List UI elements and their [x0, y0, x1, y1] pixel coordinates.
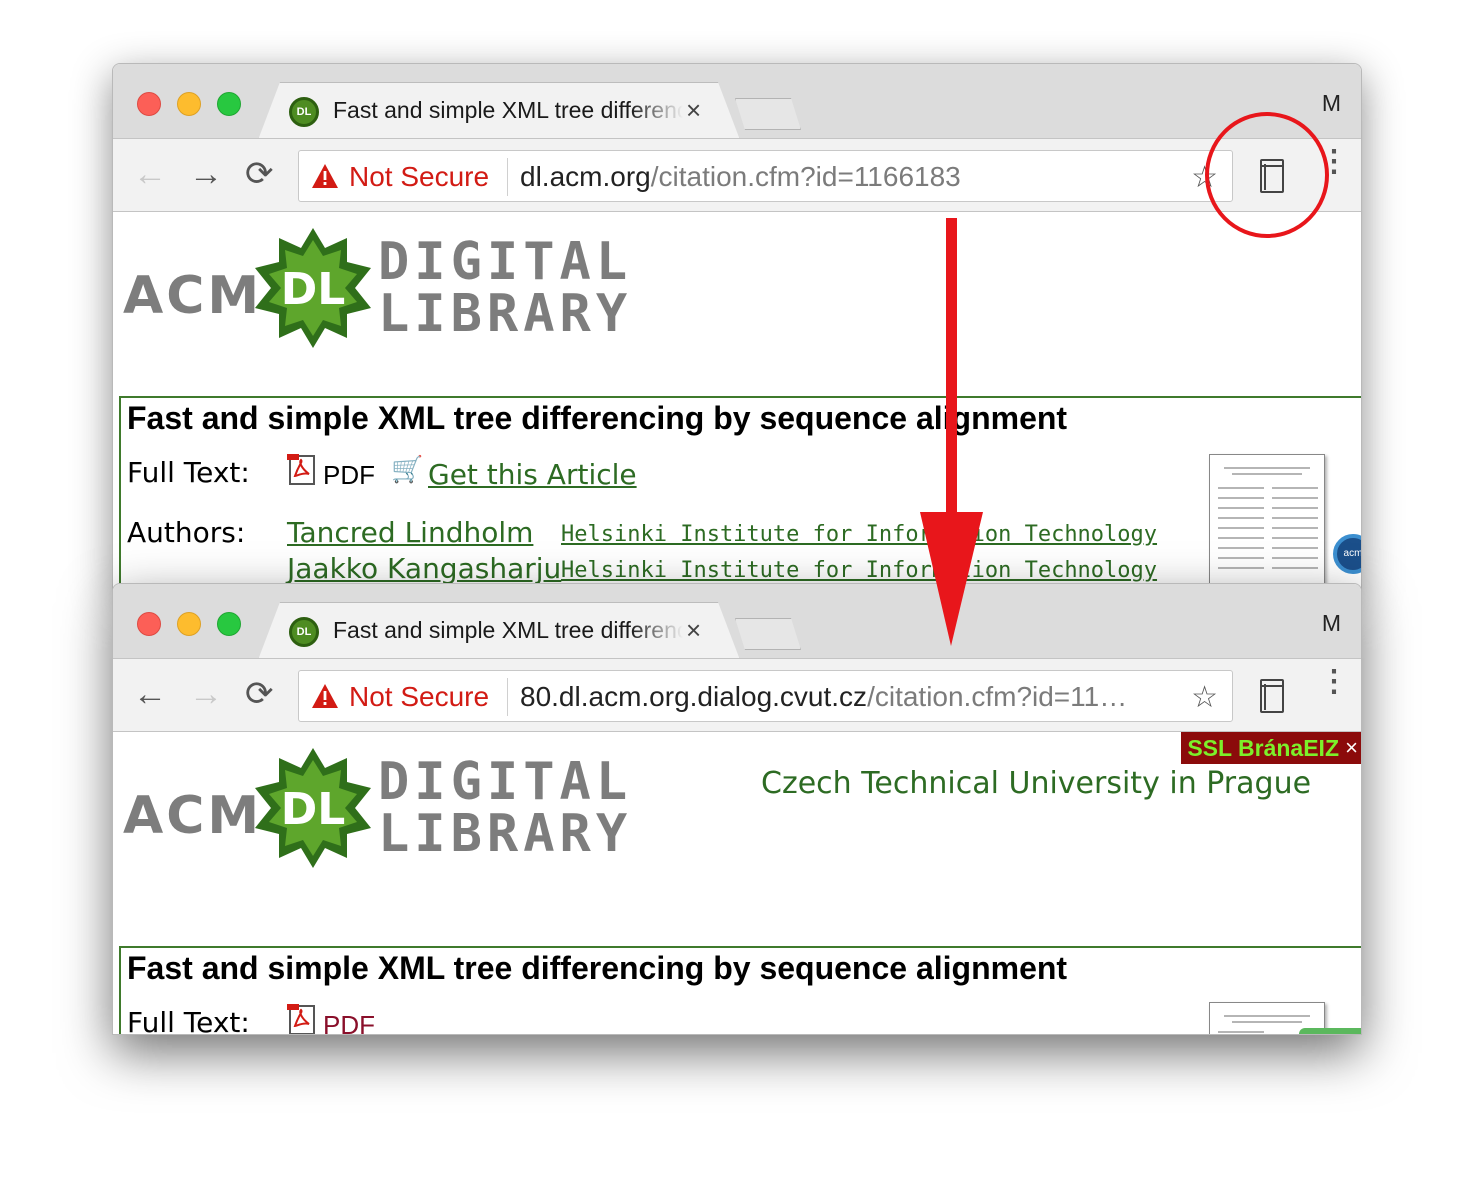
close-window-button[interactable]	[137, 612, 161, 636]
menu-dots-icon[interactable]: ⋮	[1319, 667, 1349, 697]
cart-icon: 🛒	[391, 454, 424, 484]
bookmark-star-icon[interactable]: ☆	[1191, 680, 1218, 715]
affiliation-link[interactable]: Helsinki Institute for Information Techn…	[561, 522, 1157, 547]
pdf-file-icon[interactable]	[287, 454, 319, 486]
url-host: dl.acm.org	[520, 161, 651, 192]
affiliation-link[interactable]: Helsinki Institute for Information Techn…	[561, 558, 1157, 583]
url-path: /citation.cfm?id=11…	[867, 681, 1128, 712]
browser-toolbar: ← → ⟳ Not Secure 80.dl.acm.org.dialog.cv…	[113, 658, 1361, 732]
logo-library-text: LIBRARY	[378, 284, 633, 344]
browser-toolbar: ← → ⟳ Not Secure dl.acm.org/citation.cfm…	[113, 138, 1361, 212]
minimize-window-button[interactable]	[177, 612, 201, 636]
tab-title: Fast and simple XML tree differencing by…	[333, 617, 683, 643]
tab-active[interactable]: DL Fast and simple XML tree differencing…	[258, 82, 740, 140]
not-secure-label[interactable]: Not Secure	[349, 161, 489, 193]
url-path: /citation.cfm?id=1166183	[650, 161, 961, 192]
ssl-brana-badge[interactable]: SSL BránaEIZ ×	[1181, 732, 1361, 764]
warning-triangle-icon	[312, 164, 338, 188]
logo-digital-text: DIGITAL	[378, 232, 633, 292]
tab-active[interactable]: DL Fast and simple XML tree differencing…	[258, 602, 740, 660]
paper-thumbnail[interactable]	[1209, 454, 1325, 592]
back-arrow-icon[interactable]: ←	[133, 677, 167, 711]
ssl-brana-label: SSL BránaEIZ	[1187, 735, 1339, 761]
feedback-button[interactable]	[1299, 1028, 1361, 1034]
bookmark-star-icon[interactable]: ☆	[1191, 160, 1218, 195]
address-divider	[507, 678, 508, 716]
forward-arrow-icon[interactable]: →	[189, 157, 223, 191]
zoom-window-button[interactable]	[217, 612, 241, 636]
zoom-window-button[interactable]	[217, 92, 241, 116]
pdf-link[interactable]: PDF	[323, 460, 375, 491]
browser-window-proxied: DL Fast and simple XML tree differencing…	[112, 583, 1362, 1035]
extension-book-icon[interactable]	[1260, 679, 1284, 713]
profile-button[interactable]: M	[1322, 610, 1341, 637]
warning-triangle-icon	[312, 684, 338, 708]
paper-title: Fast and simple XML tree differencing by…	[127, 950, 1068, 986]
back-arrow-icon[interactable]: ←	[133, 157, 167, 191]
close-window-button[interactable]	[137, 92, 161, 116]
acm-dl-logo[interactable]: ACM DL DIGITAL LIBRARY	[123, 226, 663, 356]
acm-dl-logo[interactable]: ACM DL DIGITAL LIBRARY	[123, 746, 663, 876]
url-text[interactable]: dl.acm.org/citation.cfm?id=1166183	[520, 161, 961, 193]
author-link[interactable]: Tancred Lindholm	[287, 516, 533, 549]
full-text-label: Full Text:	[127, 1006, 250, 1034]
menu-dots-icon[interactable]: ⋮	[1319, 147, 1349, 177]
tab-close-icon[interactable]: ×	[686, 615, 701, 646]
get-article-link[interactable]: Get this Article	[428, 458, 637, 491]
pdf-link[interactable]: PDF	[323, 1010, 375, 1034]
citation-box: Fast and simple XML tree differencing by…	[119, 396, 1361, 592]
authors-label: Authors:	[127, 516, 246, 549]
tab-strip: DL Fast and simple XML tree differencing…	[113, 64, 1361, 140]
browser-window-original: DL Fast and simple XML tree differencing…	[112, 63, 1362, 593]
page-content: SSL BránaEIZ × Czech Technical Universit…	[113, 732, 1361, 1034]
profile-button[interactable]: M	[1322, 90, 1341, 117]
dl-favicon-icon: DL	[289, 97, 319, 127]
logo-acm-text: ACM	[123, 786, 263, 846]
full-text-label: Full Text:	[127, 456, 250, 489]
acm-badge-icon[interactable]: acm	[1333, 534, 1361, 574]
extension-book-icon[interactable]	[1260, 159, 1284, 193]
minimize-window-button[interactable]	[177, 92, 201, 116]
logo-acm-text: ACM	[123, 266, 263, 326]
tab-strip: DL Fast and simple XML tree differencing…	[113, 584, 1361, 660]
ssl-close-icon[interactable]: ×	[1345, 732, 1358, 764]
logo-dl-text: DL	[280, 264, 346, 315]
new-tab-button[interactable]	[735, 98, 801, 130]
logo-dl-text: DL	[280, 784, 346, 835]
page-content: ACM DL DIGITAL LIBRARY Fast and simple X…	[113, 212, 1361, 592]
not-secure-label[interactable]: Not Secure	[349, 681, 489, 713]
address-divider	[507, 158, 508, 196]
address-bar[interactable]: Not Secure dl.acm.org/citation.cfm?id=11…	[298, 150, 1233, 202]
reload-icon[interactable]: ⟳	[245, 677, 274, 711]
tab-title: Fast and simple XML tree differencing by…	[333, 97, 683, 123]
institution-name: Czech Technical University in Prague	[761, 766, 1312, 801]
reload-icon[interactable]: ⟳	[245, 157, 274, 191]
tab-close-icon[interactable]: ×	[686, 95, 701, 126]
address-bar[interactable]: Not Secure 80.dl.acm.org.dialog.cvut.cz/…	[298, 670, 1233, 722]
citation-box: Fast and simple XML tree differencing by…	[119, 946, 1361, 1034]
logo-library-text: LIBRARY	[378, 804, 633, 864]
author-link[interactable]: Jaakko Kangasharju	[287, 552, 561, 585]
logo-digital-text: DIGITAL	[378, 752, 633, 812]
paper-title: Fast and simple XML tree differencing by…	[127, 400, 1068, 436]
new-tab-button[interactable]	[735, 618, 801, 650]
dl-favicon-icon: DL	[289, 617, 319, 647]
url-text[interactable]: 80.dl.acm.org.dialog.cvut.cz/citation.cf…	[520, 681, 1127, 713]
pdf-file-icon[interactable]	[287, 1004, 319, 1034]
forward-arrow-icon[interactable]: →	[189, 677, 223, 711]
url-host: 80.dl.acm.org.dialog.cvut.cz	[520, 681, 868, 712]
